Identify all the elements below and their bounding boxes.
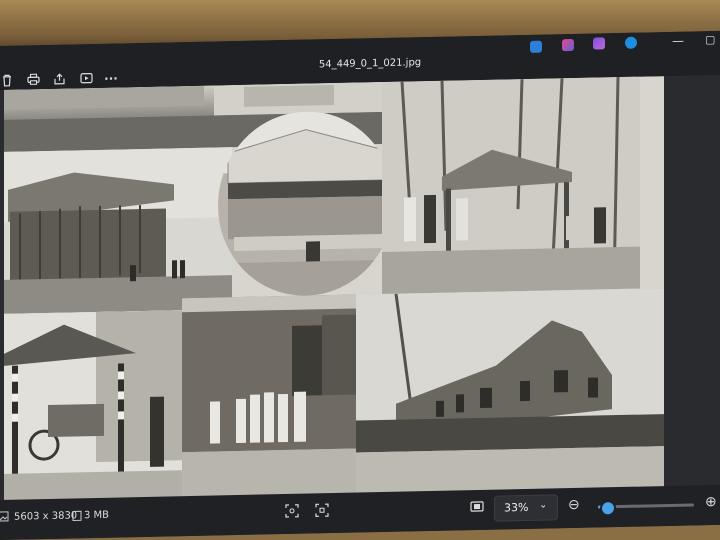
file-size-icon: [72, 510, 82, 524]
share-icon[interactable]: [50, 73, 68, 87]
photo-brick-building: [356, 288, 664, 499]
app-icon-3[interactable]: [593, 37, 605, 50]
image-canvas[interactable]: [0, 74, 720, 506]
photo-barracks: [4, 147, 232, 314]
app-icon-4[interactable]: [625, 36, 637, 49]
more-icon[interactable]: ···: [102, 71, 120, 86]
photo-guard-post: [4, 310, 182, 506]
maximize-button[interactable]: ▢: [705, 33, 715, 46]
actual-size-icon[interactable]: [315, 503, 329, 520]
app-icon-1[interactable]: [530, 40, 542, 53]
zoom-out-button[interactable]: ⊖: [568, 497, 580, 513]
photo-gazebo-group: [382, 76, 640, 294]
zoom-level-value: 33%: [504, 500, 529, 515]
image-icon: [0, 511, 9, 525]
zoom-in-button[interactable]: ⊕: [705, 494, 717, 510]
film-strip-icon[interactable]: [470, 501, 484, 515]
file-size: 3 MB: [84, 509, 110, 522]
slideshow-icon[interactable]: [77, 72, 95, 86]
chevron-down-icon: ⌄: [539, 499, 548, 511]
delete-icon[interactable]: [0, 74, 16, 88]
photo-soldiers-line: [182, 294, 356, 503]
app-icon-2[interactable]: [562, 38, 574, 52]
print-icon[interactable]: [24, 73, 42, 87]
minimize-button[interactable]: —: [672, 34, 684, 48]
displayed-photo-collage: [4, 76, 664, 506]
window-title: 54_449_0_1_021.jpg: [318, 57, 422, 71]
image-dimensions: 5603 x 3830: [14, 510, 78, 523]
fit-to-window-icon[interactable]: [285, 504, 299, 521]
photos-app-window: ··· 54_449_0_1_021.jpg — ▢ 5603 x 3830 3…: [0, 30, 720, 540]
zoom-slider-thumb[interactable]: [599, 500, 616, 517]
zoom-slider[interactable]: [598, 500, 694, 517]
photo-tent-interior: [218, 109, 394, 298]
zoom-level-dropdown[interactable]: 33% ⌄: [494, 494, 558, 522]
